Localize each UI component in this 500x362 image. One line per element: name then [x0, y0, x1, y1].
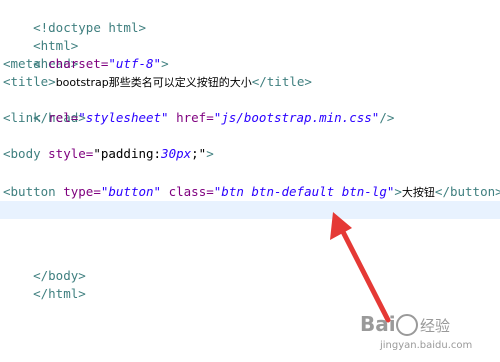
body-tag-close: > — [206, 146, 214, 161]
code-line-3[interactable]: <head> — [3, 37, 78, 71]
watermark-brand: Bai — [360, 312, 396, 336]
code-line-5[interactable]: <title>bootstrap那些类名可以定义按钮的大小</title> — [3, 73, 312, 91]
code-line-6[interactable]: </head> — [3, 91, 86, 125]
code-line-4[interactable]: <meta charset="utf-8"> — [3, 55, 169, 73]
style-attr: style= — [48, 146, 94, 161]
class-value: "btn btn-default btn-lg" — [213, 184, 395, 199]
code-editor[interactable]: <!doctype html> <html> <head> <meta char… — [0, 0, 500, 362]
style-value-number: 30px — [161, 146, 192, 161]
href-attr: href= — [168, 110, 214, 125]
meta-tag-open: <meta — [3, 56, 49, 71]
meta-tag-close: > — [161, 56, 169, 71]
code-line-9[interactable]: <button type="button" class="btn btn-def… — [3, 183, 500, 201]
code-line-2[interactable]: <html> — [3, 19, 78, 53]
charset-value: "utf-8" — [108, 56, 162, 71]
button-tag-open: <button — [3, 184, 64, 199]
link-tag-open: <link — [3, 110, 49, 125]
class-attr: class= — [161, 184, 214, 199]
body-tag-open: <body — [3, 146, 49, 161]
html-close-tag: </html> — [33, 286, 86, 301]
button-tag-close-bracket: > — [394, 184, 402, 199]
style-value-prefix: "padding: — [93, 146, 162, 161]
link-tag-close: /> — [379, 110, 395, 125]
rel-value: "stylesheet" — [78, 110, 169, 125]
watermark-brand-cn: 经验 — [420, 317, 451, 335]
title-open-tag: <title> — [3, 74, 56, 89]
baidu-jingyan-watermark: Bai 经验 jingyan.baidu.com — [348, 310, 498, 356]
type-value: "button" — [100, 184, 162, 199]
paw-icon — [396, 314, 418, 336]
style-value-suffix: ;" — [191, 146, 207, 161]
code-line-10[interactable]: </body> — [3, 249, 86, 283]
type-attr: type= — [63, 184, 101, 199]
button-end-tag: </button> — [434, 184, 500, 199]
code-line-11[interactable]: </html> — [3, 267, 86, 301]
title-close-tag: </title> — [251, 74, 312, 89]
title-text: bootstrap那些类名可以定义按钮的大小 — [55, 76, 252, 89]
href-value: "js/bootstrap.min.css" — [213, 110, 380, 125]
code-line-1[interactable]: <!doctype html> — [3, 1, 146, 35]
current-line-highlight — [0, 201, 500, 219]
code-line-7[interactable]: <link rel="stylesheet" href="js/bootstra… — [3, 109, 394, 127]
charset-attr: charset= — [48, 56, 109, 71]
code-line-8[interactable]: <body style="padding:30px;"> — [3, 145, 214, 163]
watermark-url: jingyan.baidu.com — [380, 340, 473, 351]
rel-attr: rel= — [48, 110, 79, 125]
button-text: 大按钮 — [401, 186, 435, 199]
